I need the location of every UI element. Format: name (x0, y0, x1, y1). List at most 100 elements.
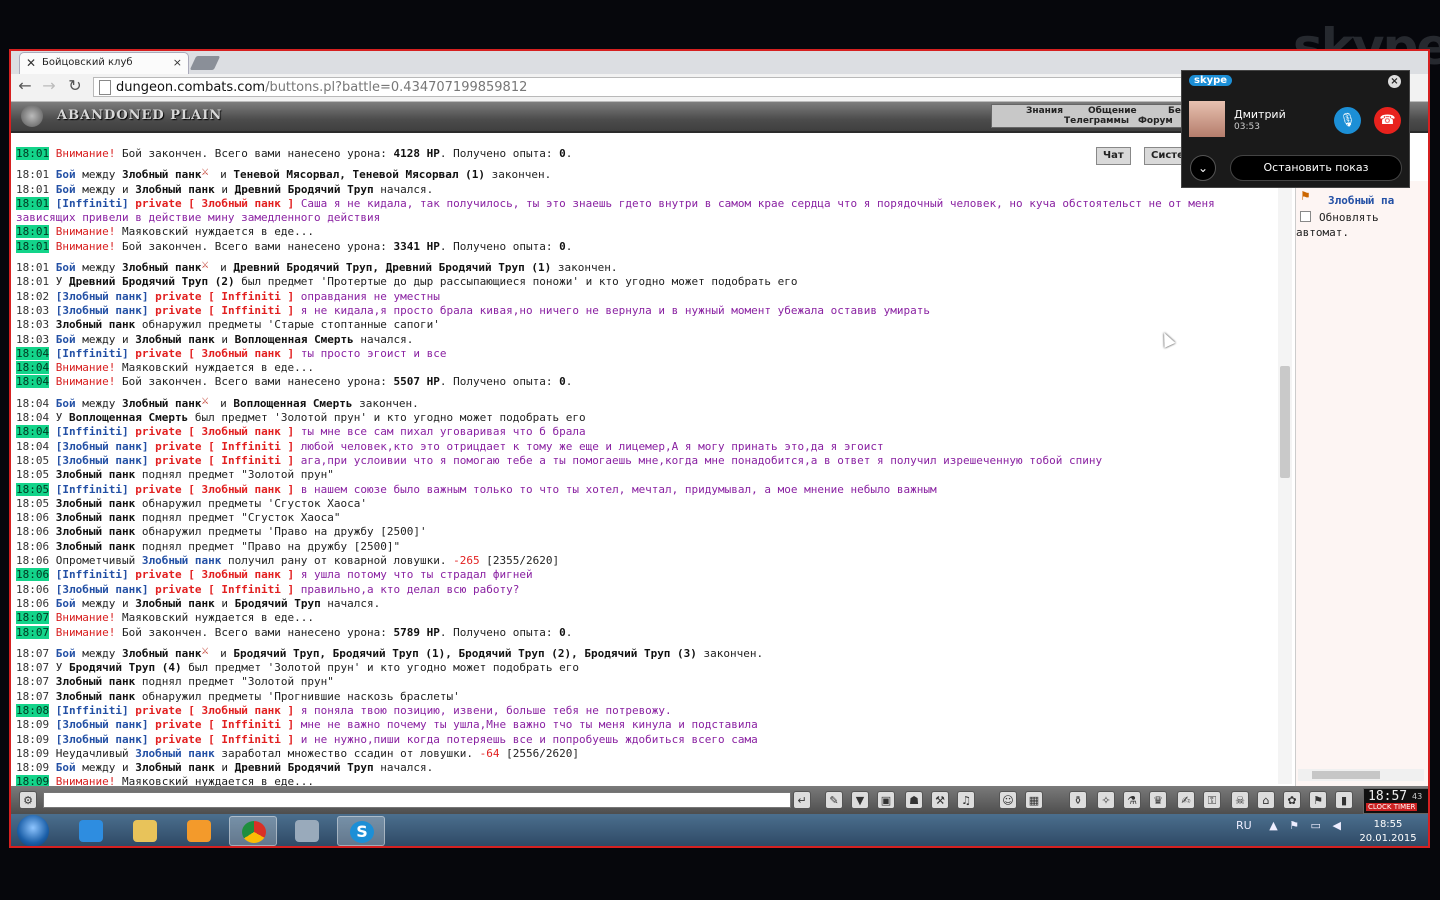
trophy-icon[interactable]: ♛ (1149, 791, 1167, 809)
flag-icon[interactable]: ⚑ (1309, 791, 1327, 809)
menu-communication[interactable]: Общение (1088, 106, 1137, 116)
skype-taskbar-button[interactable]: S (337, 816, 385, 846)
player-link[interactable]: Злобный панк (135, 761, 214, 774)
player-link[interactable]: Злобный панк (56, 525, 135, 538)
player-link[interactable]: Бродячий Труп, Бродячий Труп (1), Бродяч… (233, 647, 697, 660)
player-name[interactable]: Злобный па (1328, 194, 1394, 207)
player-link[interactable]: Злобный панк (122, 397, 201, 410)
player-link[interactable]: [Inffiniti] (56, 197, 129, 210)
player-link[interactable]: [Злобный панк] (56, 290, 149, 303)
player-link[interactable]: Злобный панк (122, 647, 201, 660)
gift-box-icon[interactable]: ✿ (1283, 791, 1301, 809)
player-link[interactable]: Бродячий Труп (235, 597, 321, 610)
player-link[interactable]: [Злобный панк] (56, 454, 149, 467)
player-link[interactable]: Злобный панк (56, 511, 135, 524)
player-link[interactable]: Воплощенная Смерть (233, 397, 352, 410)
player-link[interactable]: Воплощенная Смерть (235, 333, 354, 346)
player-link[interactable]: [Злобный панк] (56, 440, 149, 453)
close-icon[interactable]: × (1388, 75, 1401, 88)
menu-more[interactable]: Бе (1168, 106, 1181, 116)
player-link[interactable]: Древний Бродячий Труп (235, 761, 374, 774)
network-icon[interactable]: ▭ (1311, 819, 1321, 832)
chevron-down-icon[interactable]: ⌄ (1190, 155, 1216, 181)
filter-icon[interactable]: ▼ (851, 791, 869, 809)
close-tab-icon[interactable]: × (173, 53, 182, 73)
potion-icon[interactable]: ⚗ (1123, 791, 1141, 809)
battery-icon[interactable]: ▮ (1335, 791, 1353, 809)
player-link[interactable]: Злобный панк (135, 183, 214, 196)
player-link[interactable]: [Злобный панк] (56, 583, 149, 596)
chat-scrollbar[interactable] (1278, 134, 1292, 784)
calculator-taskbar-button[interactable] (283, 816, 331, 846)
media-taskbar-button[interactable] (175, 816, 223, 846)
tab-chat[interactable]: Чат (1096, 147, 1131, 165)
player-link[interactable]: Древний Бродячий Труп, Древний Бродячий … (233, 261, 551, 274)
player-link[interactable]: Теневой Мясорвал, Теневой Мясорвал (1) (233, 168, 485, 181)
back-arrow-icon[interactable]: ← (15, 76, 35, 96)
panel-scrollbar-thumb[interactable] (1312, 771, 1380, 779)
player-link[interactable]: Злобный панк (122, 168, 201, 181)
chat-input[interactable] (43, 792, 791, 808)
player-link[interactable]: [Злобный панк] (56, 718, 149, 731)
taskbar-clock[interactable]: 18:55 20.01.2015 (1353, 818, 1423, 846)
menu-telegrams[interactable]: Телеграммы (1064, 116, 1129, 126)
house-icon[interactable]: ⌂ (1257, 791, 1275, 809)
browser-tab[interactable]: ✕ Бойцовский клуб × (19, 52, 189, 74)
player-link[interactable]: Злобный панк (135, 333, 214, 346)
player-link[interactable]: [Злобный панк] (56, 304, 149, 317)
volume-icon[interactable]: ◀ (1332, 819, 1340, 832)
player-link[interactable]: Злобный панк (56, 497, 135, 510)
player-link[interactable]: Злобный панк (56, 690, 135, 703)
player-link[interactable]: Злобный панк (122, 261, 201, 274)
skull-icon[interactable]: ☠ (1231, 791, 1249, 809)
pencil-icon[interactable]: ✎ (825, 791, 843, 809)
player-link[interactable]: Древний Бродячий Труп (235, 183, 374, 196)
new-tab-button[interactable] (189, 56, 221, 70)
ie-taskbar-button[interactable] (67, 816, 115, 846)
player-link[interactable]: [Inffiniti] (56, 568, 129, 581)
scroll-icon[interactable]: ✍ (1177, 791, 1195, 809)
stop-sharing-button[interactable]: Остановить показ (1230, 155, 1402, 181)
flag-icon[interactable]: ⚑ (1289, 819, 1299, 832)
panel-scrollbar[interactable] (1298, 769, 1424, 781)
forward-arrow-icon[interactable]: → (39, 76, 59, 96)
menu-forum[interactable]: Форум (1138, 116, 1173, 126)
player-link[interactable]: Злобный панк (56, 318, 135, 331)
settings-icon[interactable]: ⚙ (19, 791, 37, 809)
bag-icon[interactable]: ⚱ (1069, 791, 1087, 809)
player-link[interactable]: Злобный панк (135, 747, 214, 760)
refresh-checkbox[interactable] (1300, 211, 1311, 222)
photo-icon[interactable]: ▦ (1025, 791, 1043, 809)
tray-arrow-icon[interactable]: ▲ (1269, 819, 1277, 832)
player-link[interactable]: [Злобный панк] (56, 733, 149, 746)
player-link[interactable]: Злобный панк (56, 540, 135, 553)
player-link[interactable]: Злобный панк (56, 468, 135, 481)
player-link[interactable]: Древний Бродячий Труп (2) (69, 275, 235, 288)
gift-icon[interactable]: ✧ (1097, 791, 1115, 809)
player-link[interactable]: Бродячий Труп (4) (69, 661, 182, 674)
player-link[interactable]: [Inffiniti] (56, 704, 129, 717)
explorer-taskbar-button[interactable] (121, 816, 169, 846)
player-link[interactable]: [Inffiniti] (56, 483, 129, 496)
microphone-icon[interactable]: 🎙 (1334, 107, 1361, 134)
fighter-icon[interactable]: ☗ (905, 791, 923, 809)
save-icon[interactable]: ▣ (877, 791, 895, 809)
scrollbar-thumb[interactable] (1280, 366, 1290, 478)
tools-icon[interactable]: ⚒ (931, 791, 949, 809)
key-icon[interactable]: ⚿ (1203, 791, 1221, 809)
music-icon[interactable]: ♫ (957, 791, 975, 809)
enter-icon[interactable]: ↵ (793, 791, 811, 809)
address-bar[interactable]: dungeon.combats.com/buttons.pl?battle=0.… (93, 77, 1183, 97)
menu-knowledge[interactable]: Знания (1026, 106, 1063, 116)
smiley-icon[interactable]: ☺ (999, 791, 1017, 809)
language-indicator[interactable]: RU (1236, 819, 1252, 832)
chrome-taskbar-button[interactable] (229, 816, 277, 846)
player-link[interactable]: [Inffiniti] (56, 347, 129, 360)
player-link[interactable]: Злобный панк (142, 554, 221, 567)
player-link[interactable]: Злобный панк (135, 597, 214, 610)
hang-up-icon[interactable]: ☎ (1374, 107, 1401, 134)
start-button[interactable] (17, 815, 49, 846)
player-link[interactable]: Злобный панк (56, 675, 135, 688)
reload-icon[interactable]: ↻ (65, 76, 85, 96)
player-link[interactable]: [Inffiniti] (56, 425, 129, 438)
